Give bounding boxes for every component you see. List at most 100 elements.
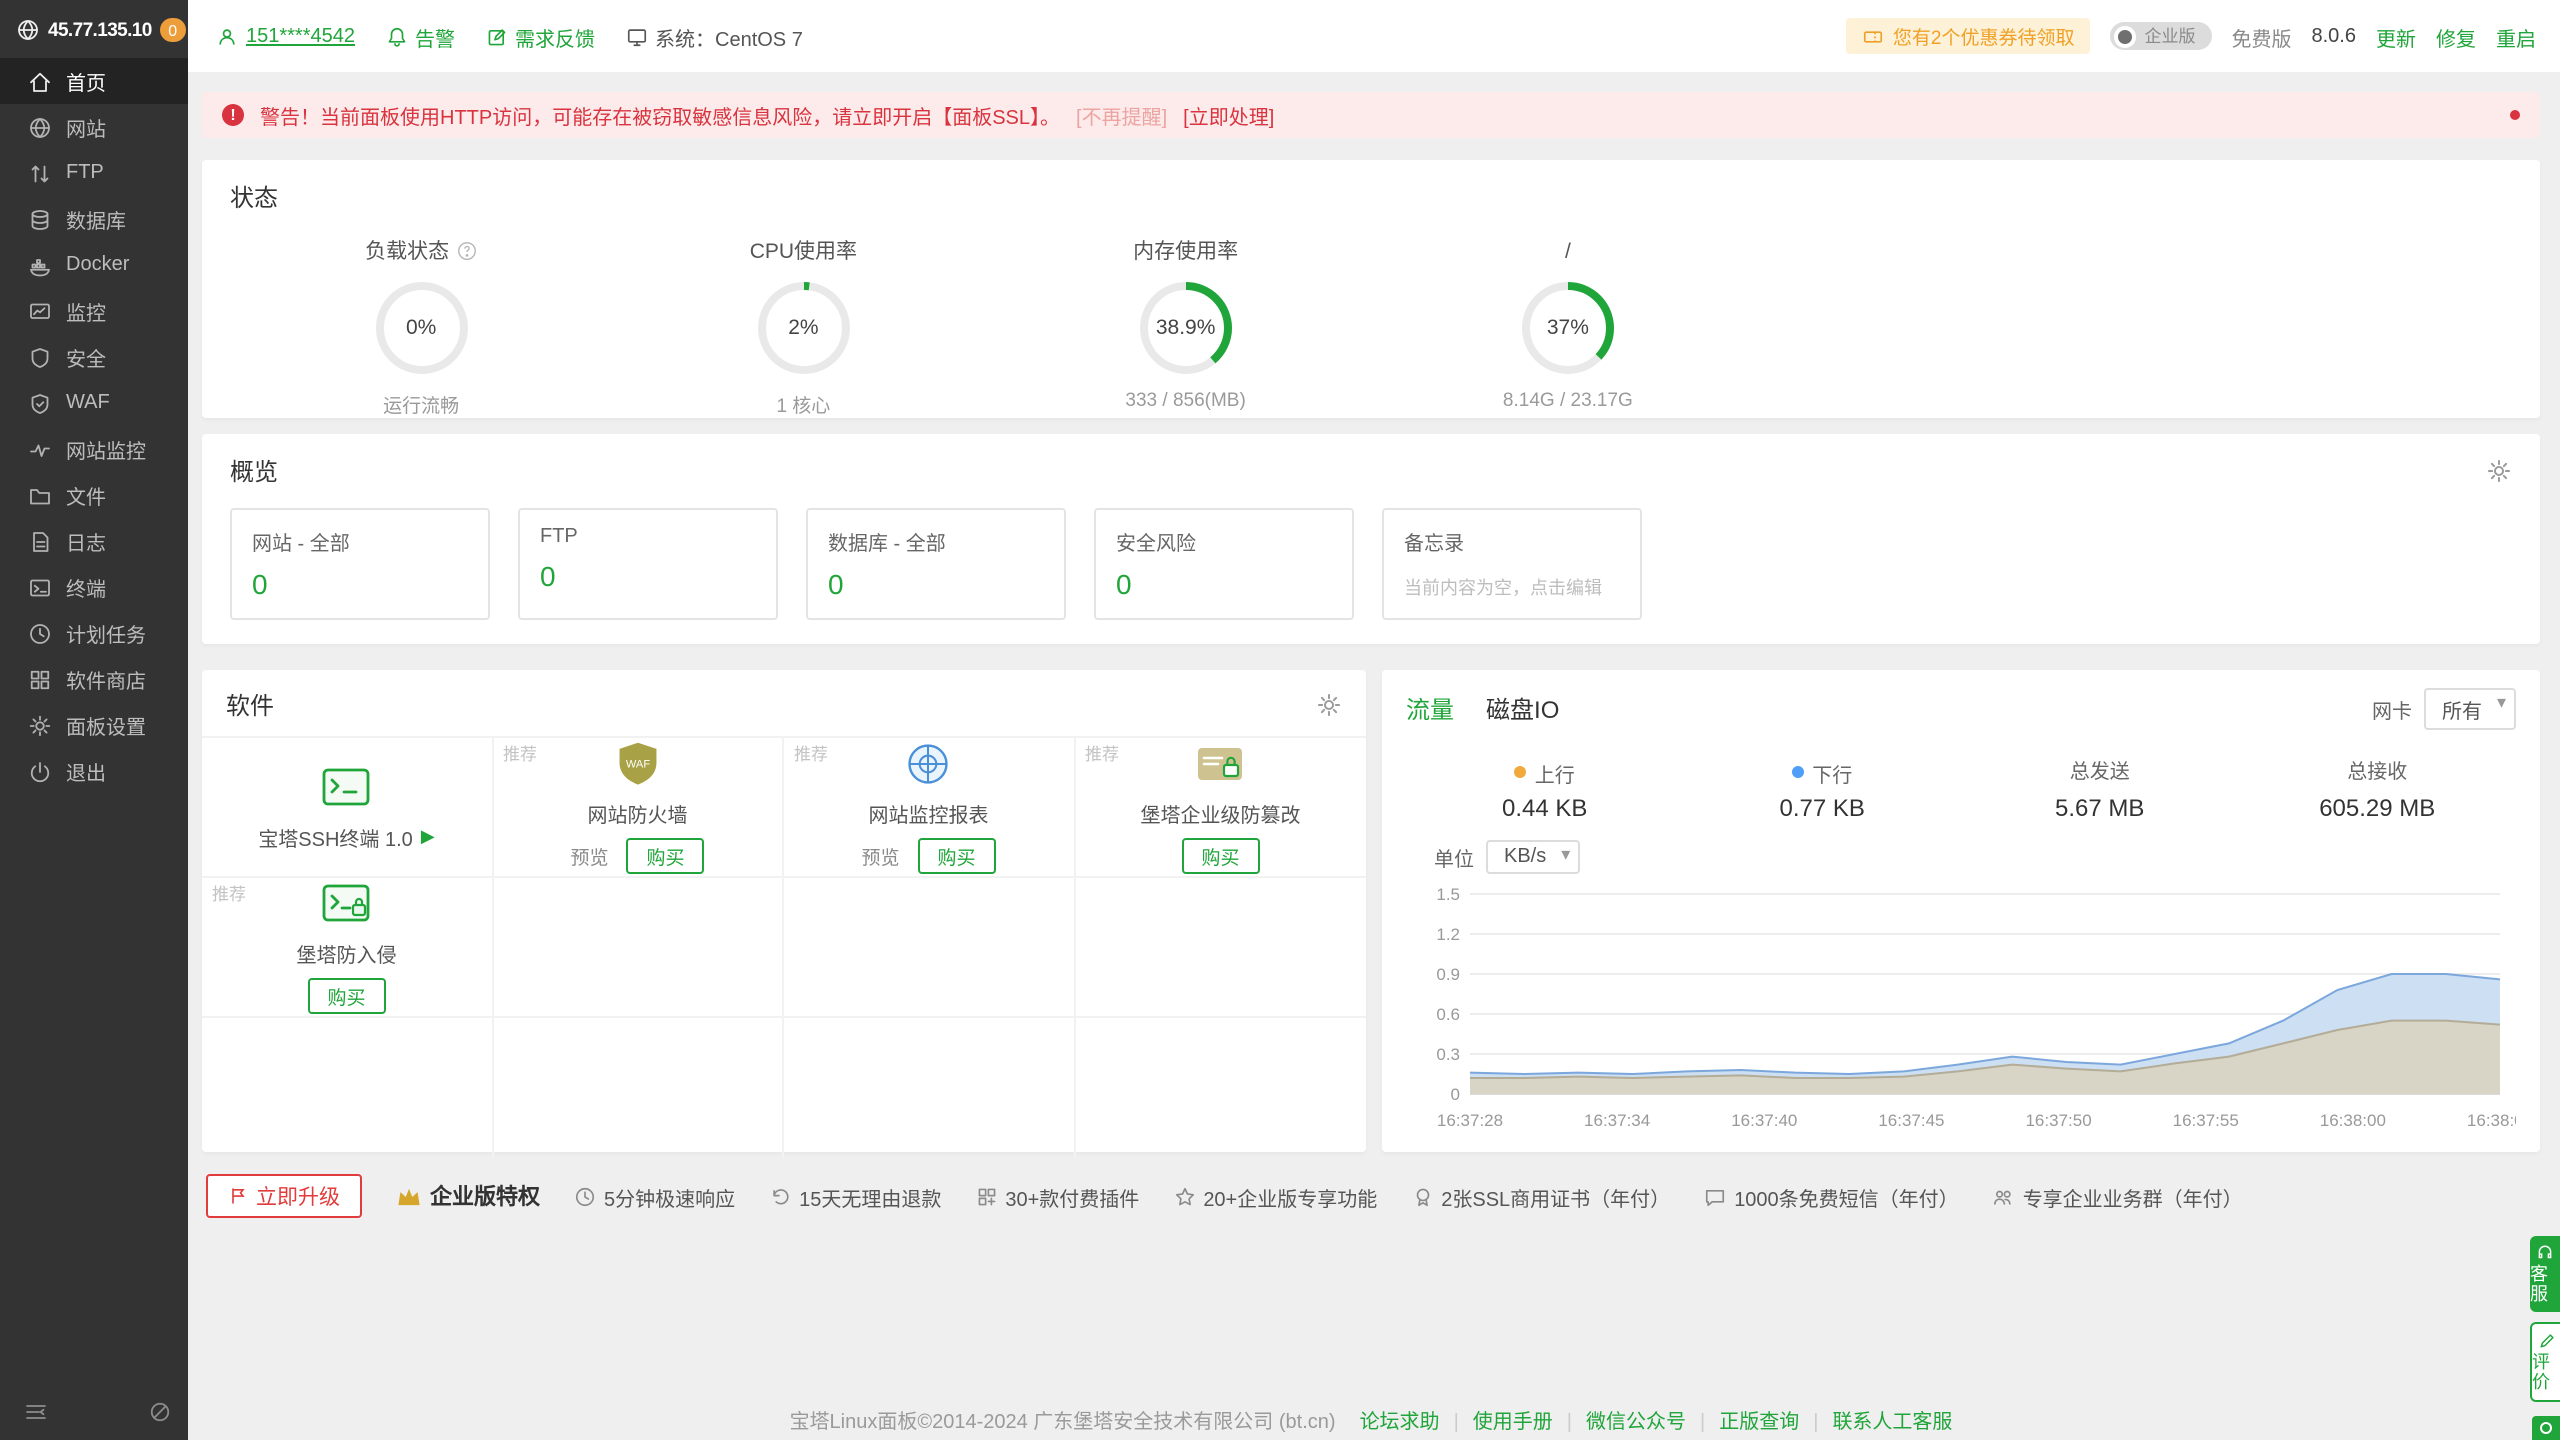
alert-count-badge[interactable]: 0 <box>160 18 186 42</box>
tile-name: 堡塔企业级防篡改 <box>1141 798 1301 828</box>
sidebar-item-app-store[interactable]: 软件商店 <box>0 656 188 702</box>
software-tile-intrusion[interactable]: 推荐 堡塔防入侵 购买 <box>202 878 493 1018</box>
hide-modules-icon[interactable] <box>148 1400 172 1424</box>
software-tile-tamper-proof[interactable]: 推荐 堡塔企业级防篡改 购买 <box>1075 738 1366 878</box>
buy-button[interactable]: 购买 <box>1181 838 1259 874</box>
sidebar-menu: 首页 网站 FTP 数据库 Docker 监控 <box>0 58 188 794</box>
plan-toggle-badge[interactable]: 企业版 <box>2110 22 2211 50</box>
buy-button[interactable]: 购买 <box>307 978 385 1014</box>
server-ip-header[interactable]: 45.77.135.10 0 <box>0 0 188 58</box>
sidebar-item-logout[interactable]: 退出 <box>0 748 188 794</box>
footer-link-manual[interactable]: 使用手册 <box>1440 1404 1553 1434</box>
footer-link-forum[interactable]: 论坛求助 <box>1360 1404 1440 1434</box>
run-ssh-terminal-button[interactable]: ▶ <box>421 825 435 847</box>
promo-item-business-group[interactable]: 专享企业业务群（年付） <box>1993 1181 2243 1211</box>
footer-link-wechat[interactable]: 微信公众号 <box>1553 1404 1686 1434</box>
alert-link[interactable]: 告警 <box>385 21 455 51</box>
nic-select[interactable]: 所有 <box>2424 688 2516 730</box>
footer-link-license-check[interactable]: 正版查询 <box>1686 1404 1799 1434</box>
main-area: 151****4542 告警 需求反馈 系统：CentOS 7 您有2个优惠券待… <box>188 0 2560 1440</box>
empty-cell <box>1075 1018 1366 1158</box>
software-tile-site-report[interactable]: 推荐 网站监控报表 预览 购买 <box>784 738 1075 878</box>
help-icon[interactable] <box>455 240 477 262</box>
overview-box-databases[interactable]: 数据库 - 全部 0 <box>806 508 1066 620</box>
promo-item-ssl-cert[interactable]: 2张SSL商用证书（年付） <box>1411 1181 1670 1211</box>
customer-service-tab[interactable]: 客服 <box>2530 1236 2560 1312</box>
cpu-gauge: CPU使用率 2% 1 核心 <box>612 232 994 418</box>
software-tile-ssh-terminal[interactable]: 宝塔SSH终端 1.0 ▶ <box>202 738 493 878</box>
sidebar-item-site-monitor[interactable]: 网站监控 <box>0 426 188 472</box>
sidebar-item-files[interactable]: 文件 <box>0 472 188 518</box>
overview-box-ftp[interactable]: FTP 0 <box>518 508 778 620</box>
topbar-right: 您有2个优惠券待领取 企业版 免费版 8.0.6 更新 修复 重启 <box>1847 18 2536 54</box>
overview-box-memo[interactable]: 备忘录 当前内容为空，点击编辑 <box>1382 508 1642 620</box>
tab-traffic[interactable]: 流量 <box>1406 692 1454 726</box>
sidebar-item-label: 日志 <box>66 526 106 556</box>
star-icon <box>1173 1185 1195 1207</box>
notification-dot <box>2510 110 2520 120</box>
overview-settings-icon[interactable] <box>2486 458 2512 484</box>
sidebar-item-ftp[interactable]: FTP <box>0 150 188 196</box>
empty-cell <box>202 1018 493 1158</box>
sidebar-item-security[interactable]: 安全 <box>0 334 188 380</box>
svg-text:16:38:00: 16:38:00 <box>2320 1111 2386 1130</box>
status-title: 状态 <box>230 180 2512 214</box>
preview-link[interactable]: 预览 <box>570 842 608 870</box>
sidebar-item-label: FTP <box>66 162 104 184</box>
status-card: 状态 负载状态 0% 运行流畅 <box>202 160 2540 418</box>
overview-box-websites[interactable]: 网站 - 全部 0 <box>230 508 490 620</box>
promo-item-features[interactable]: 20+企业版专享功能 <box>1173 1181 1377 1211</box>
memo-placeholder: 当前内容为空，点击编辑 <box>1404 574 1620 600</box>
ftp-icon <box>28 161 52 185</box>
review-tab[interactable]: 评价 <box>2530 1322 2560 1402</box>
sidebar-item-panel-settings[interactable]: 面板设置 <box>0 702 188 748</box>
footer-links: 论坛求助 使用手册 微信公众号 正版查询 联系人工客服 <box>1360 1404 1953 1434</box>
website-icon <box>28 115 52 139</box>
traffic-area-chart: 00.30.60.91.21.516:37:2816:37:3416:37:40… <box>1406 878 2516 1138</box>
software-tile-waf[interactable]: 推荐 WAF 网站防火墙 预览 购买 <box>493 738 784 878</box>
feedback-link[interactable]: 需求反馈 <box>485 21 595 51</box>
ssl-warning-banner: ! 警告！当前面板使用HTTP访问，可能存在被窃取敏感信息风险，请立即开启【面板… <box>202 92 2540 138</box>
load-sub: 运行流畅 <box>230 390 612 418</box>
sidebar-item-database[interactable]: 数据库 <box>0 196 188 242</box>
promo-item-plugins[interactable]: 30+款付费插件 <box>975 1181 1139 1211</box>
user-account-link[interactable]: 151****4542 <box>216 25 355 47</box>
promo-item-refund[interactable]: 15天无理由退款 <box>769 1181 941 1211</box>
tile-name: 堡塔防入侵 <box>297 938 397 968</box>
restart-button[interactable]: 重启 <box>2496 21 2536 51</box>
promo-item-response[interactable]: 5分钟极速响应 <box>574 1181 735 1211</box>
enterprise-privileges[interactable]: 企业版特权 <box>396 1180 540 1212</box>
unit-select[interactable]: KB/s <box>1486 840 1580 874</box>
footer-link-support[interactable]: 联系人工客服 <box>1799 1404 1952 1434</box>
overview-box-security-risk[interactable]: 安全风险 0 <box>1094 508 1354 620</box>
sidebar-item-cron[interactable]: 计划任务 <box>0 610 188 656</box>
security-risk-count: 0 <box>1116 568 1332 600</box>
chat-corner-icon <box>2540 1422 2552 1434</box>
sidebar-item-logs[interactable]: 日志 <box>0 518 188 564</box>
software-settings-icon[interactable] <box>1316 692 1342 718</box>
sidebar-item-label: 网站 <box>66 112 106 142</box>
preview-link[interactable]: 预览 <box>861 842 899 870</box>
update-button[interactable]: 更新 <box>2376 21 2416 51</box>
plugin-icon <box>975 1185 997 1207</box>
promo-item-sms[interactable]: 1000条免费短信（年付） <box>1704 1181 1959 1211</box>
upstream-value: 0.44 KB <box>1406 794 1684 822</box>
promo-bar: 立即升级 企业版特权 5分钟极速响应 15天无理由退款 30+款付费插件 <box>202 1174 2540 1218</box>
coupon-banner[interactable]: 您有2个优惠券待领取 <box>1847 18 2091 54</box>
buy-button[interactable]: 购买 <box>918 838 996 874</box>
repair-button[interactable]: 修复 <box>2436 21 2476 51</box>
sidebar-item-docker[interactable]: Docker <box>0 242 188 288</box>
upgrade-now-button[interactable]: 立即升级 <box>206 1174 362 1218</box>
handle-warning-link[interactable]: [立即处理] <box>1183 100 1274 130</box>
sidebar-item-monitor[interactable]: 监控 <box>0 288 188 334</box>
tab-disk-io[interactable]: 磁盘IO <box>1486 692 1559 726</box>
buy-button[interactable]: 购买 <box>627 838 705 874</box>
collapse-menu-icon[interactable] <box>24 1400 48 1424</box>
sidebar-item-website[interactable]: 网站 <box>0 104 188 150</box>
chat-corner-button[interactable] <box>2532 1416 2560 1440</box>
sidebar-item-label: 文件 <box>66 480 106 510</box>
sidebar-item-home[interactable]: 首页 <box>0 58 188 104</box>
dismiss-warning-link[interactable]: [不再提醒] <box>1076 100 1167 130</box>
sidebar-item-terminal[interactable]: 终端 <box>0 564 188 610</box>
sidebar-item-waf[interactable]: WAF <box>0 380 188 426</box>
